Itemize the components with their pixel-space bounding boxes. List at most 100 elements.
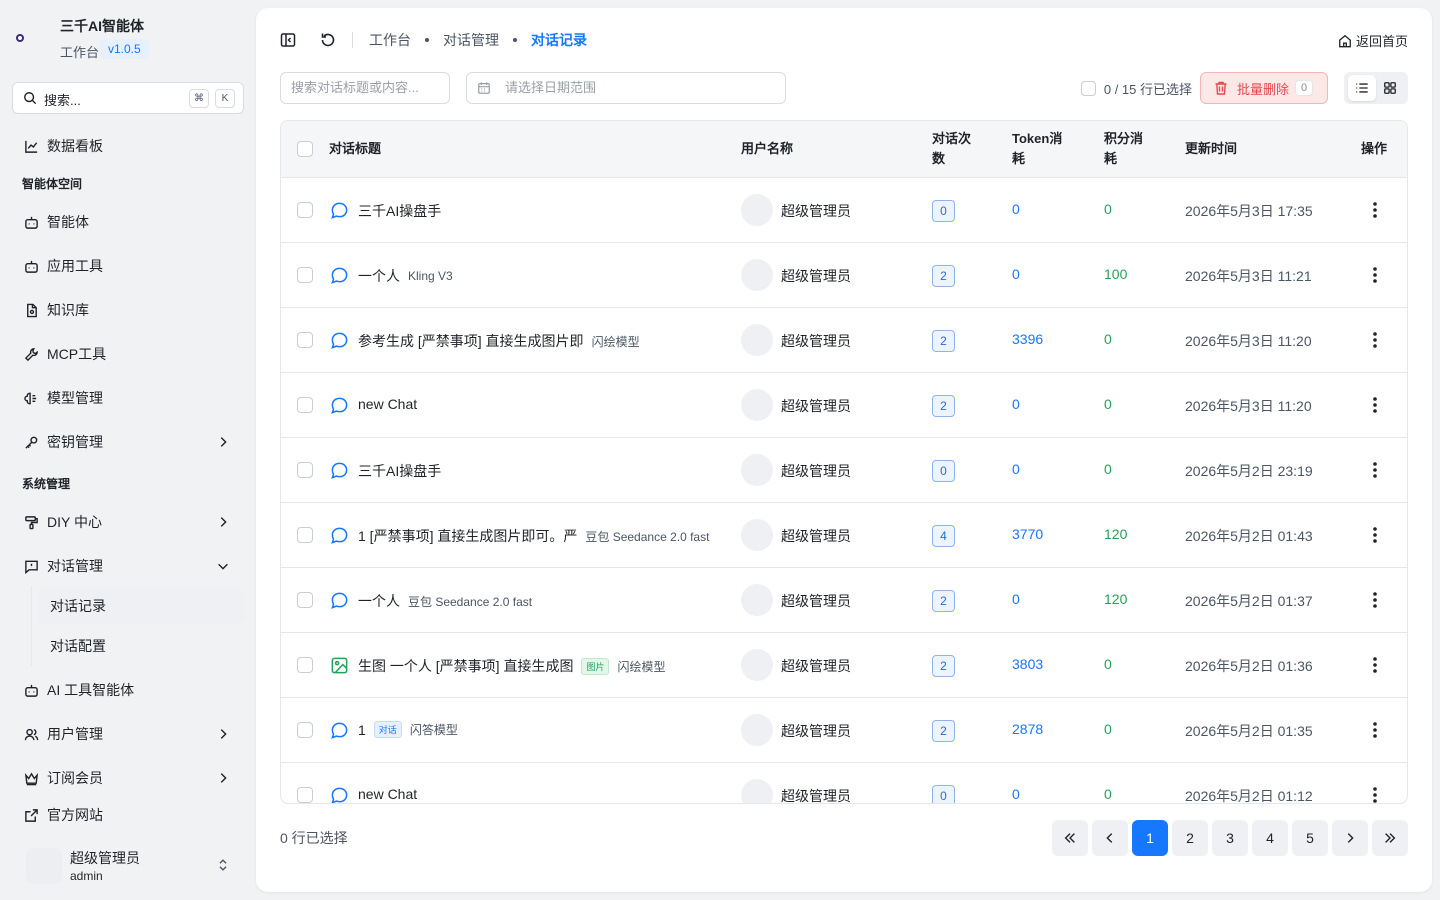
conversation-title[interactable]: 三千AI操盘手 xyxy=(358,201,441,221)
sidebar-item-knowledge[interactable]: 知识库 xyxy=(12,292,244,328)
search-icon xyxy=(24,92,37,105)
sidebar-item-models[interactable]: 模型管理 xyxy=(12,380,244,416)
conversation-title[interactable]: new Chat xyxy=(358,396,417,412)
model-tag: 闪答模型 xyxy=(409,723,458,737)
sidebar-item-keys[interactable]: 密钥管理 xyxy=(12,424,244,460)
table-row[interactable]: 参考生成 [严禁事项] 直接生成图片即 闪绘模型 超级管理员 2 3396 0 2026年5… xyxy=(281,308,1407,373)
sidebar-search[interactable]: 搜索... ⌘ K xyxy=(12,82,244,114)
last-page-button[interactable] xyxy=(1372,820,1408,856)
row-checkbox[interactable] xyxy=(297,722,313,738)
more-vertical-icon[interactable] xyxy=(1369,590,1381,610)
sidebar-item-diy[interactable]: DIY 中心 xyxy=(12,504,244,540)
token-usage: 0 xyxy=(1012,786,1020,802)
sidebar-item-subscriptions[interactable]: 订阅会员 xyxy=(12,760,244,796)
sidebar-item-users[interactable]: 用户管理 xyxy=(12,716,244,752)
table-row[interactable]: 三千AI操盘手 超级管理员 0 0 0 2026年5月3日 17:35 xyxy=(281,178,1407,243)
refresh-icon[interactable] xyxy=(320,32,336,48)
row-checkbox[interactable] xyxy=(297,267,313,283)
col-points[interactable]: 积分消 耗 xyxy=(1104,129,1143,169)
next-page-button[interactable] xyxy=(1332,820,1368,856)
brand[interactable]: 三千AI智能体 工作台 v1.0.5 xyxy=(12,12,244,66)
table-row[interactable]: 三千AI操盘手 超级管理员 0 0 0 2026年5月2日 23:19 xyxy=(281,438,1407,503)
conversation-title[interactable]: 参考生成 [严禁事项] 直接生成图片即 闪绘模型 xyxy=(358,331,640,351)
more-vertical-icon[interactable] xyxy=(1369,265,1381,285)
more-vertical-icon[interactable] xyxy=(1369,785,1381,804)
bot-icon xyxy=(25,216,38,229)
row-checkbox[interactable] xyxy=(297,527,313,543)
first-page-button[interactable] xyxy=(1052,820,1088,856)
row-checkbox[interactable] xyxy=(297,462,313,478)
sidebar-item-conversations[interactable]: 对话管理 xyxy=(12,548,244,584)
col-token[interactable]: Token消 耗 xyxy=(1012,129,1062,169)
sidebar-item-agents[interactable]: 智能体 xyxy=(12,204,244,240)
conversation-title[interactable]: 生图 一个人 [严禁事项] 直接生成图 图片 闪绘模型 xyxy=(358,656,665,676)
bulk-delete-count: 0 xyxy=(1295,80,1314,96)
more-vertical-icon[interactable] xyxy=(1369,330,1381,350)
row-checkbox[interactable] xyxy=(297,592,313,608)
table-row[interactable]: 一个人 豆包 Seedance 2.0 fast 超级管理员 2 0 120 2026年5月… xyxy=(281,568,1407,633)
select-all-checkbox[interactable] xyxy=(1080,81,1096,96)
more-vertical-icon[interactable] xyxy=(1369,200,1381,220)
page-button-3[interactable]: 3 xyxy=(1212,820,1248,856)
page-button-4[interactable]: 4 xyxy=(1252,820,1288,856)
conversation-title[interactable]: 1 对话 闪答模型 xyxy=(358,721,458,738)
row-checkbox[interactable] xyxy=(297,202,313,218)
table-row[interactable]: 一个人 Kling V3 超级管理员 2 0 100 2026年5月3日 11:21 xyxy=(281,243,1407,308)
conversation-title[interactable]: new Chat xyxy=(358,786,417,802)
table-row[interactable]: 1 对话 闪答模型 超级管理员 2 2878 0 2026年5月2日 01:35 xyxy=(281,698,1407,763)
row-checkbox[interactable] xyxy=(297,397,313,413)
avatar xyxy=(741,649,773,681)
row-checkbox[interactable] xyxy=(297,332,313,348)
conversation-title[interactable]: 一个人 豆包 Seedance 2.0 fast xyxy=(358,591,532,611)
sidebar-item-app-tools[interactable]: 应用工具 xyxy=(12,248,244,284)
grid-view-button[interactable] xyxy=(1376,75,1404,101)
nav-group-system: 系统管理 xyxy=(22,477,71,491)
user-menu[interactable]: 超级管理员 admin xyxy=(12,838,244,890)
page-button-2[interactable]: 2 xyxy=(1172,820,1208,856)
col-title[interactable]: 对话标题 xyxy=(329,139,381,159)
more-vertical-icon[interactable] xyxy=(1369,460,1381,480)
col-count[interactable]: 对话次 数 xyxy=(932,129,971,169)
more-vertical-icon[interactable] xyxy=(1369,655,1381,675)
more-vertical-icon[interactable] xyxy=(1369,395,1381,415)
breadcrumb-separator xyxy=(513,38,517,42)
conversation-title[interactable]: 一个人 Kling V3 xyxy=(358,266,453,286)
list-view-button[interactable] xyxy=(1348,75,1376,101)
key-icon xyxy=(25,436,38,449)
page-button-1[interactable]: 1 xyxy=(1132,820,1168,856)
chat-icon xyxy=(330,526,349,545)
table-row[interactable]: new Chat 超级管理员 0 0 0 2026年5月2日 01:12 xyxy=(281,763,1407,804)
header-checkbox[interactable] xyxy=(297,141,313,157)
token-usage: 0 xyxy=(1012,461,1020,477)
page-button-5[interactable]: 5 xyxy=(1292,820,1328,856)
version-badge: v1.0.5 xyxy=(100,39,149,59)
chat-count-badge: 2 xyxy=(932,395,955,417)
sidebar-subitem-conv-records[interactable]: 对话记录 xyxy=(38,588,244,624)
sidebar-item-dashboard[interactable]: 数据看板 xyxy=(12,128,244,164)
breadcrumb-parent[interactable]: 对话管理 xyxy=(443,30,499,50)
back-home-link[interactable]: 返回首页 xyxy=(1338,31,1408,50)
table-row[interactable]: new Chat 超级管理员 2 0 0 2026年5月3日 11:20 xyxy=(281,373,1407,438)
sidebar-item-mcp-tools[interactable]: MCP工具 xyxy=(12,336,244,372)
col-updated[interactable]: 更新时间 xyxy=(1185,139,1237,159)
row-checkbox[interactable] xyxy=(297,657,313,673)
more-vertical-icon[interactable] xyxy=(1369,720,1381,740)
prev-page-button[interactable] xyxy=(1092,820,1128,856)
bulk-delete-button[interactable]: 批量删除 0 xyxy=(1200,72,1328,104)
table-row[interactable]: 生图 一个人 [严禁事项] 直接生成图 图片 闪绘模型 超级管理员 2 3803 0 2026… xyxy=(281,633,1407,698)
sidebar-item-website[interactable]: 官方网站 xyxy=(12,797,244,833)
token-usage: 0 xyxy=(1012,591,1020,607)
conversation-title[interactable]: 三千AI操盘手 xyxy=(358,461,441,481)
search-input[interactable]: 搜索对话标题或内容... xyxy=(280,72,450,104)
sidebar-item-ai-tools[interactable]: AI 工具智能体 xyxy=(12,672,244,708)
row-checkbox[interactable] xyxy=(297,787,313,803)
col-user[interactable]: 用户名称 xyxy=(741,139,793,159)
user-name: 超级管理员 xyxy=(781,788,851,804)
sidebar-subitem-conv-config[interactable]: 对话配置 xyxy=(38,628,244,664)
sidebar-toggle-icon[interactable] xyxy=(280,32,296,48)
date-range-input[interactable]: 请选择日期范围 xyxy=(466,72,786,104)
table-row[interactable]: 1 [严禁事项] 直接生成图片即可。严 豆包 Seedance 2.0 fast 超… xyxy=(281,503,1407,568)
conversation-title[interactable]: 1 [严禁事项] 直接生成图片即可。严 豆包 Seedance 2.0 fast xyxy=(358,526,709,546)
breadcrumb-home[interactable]: 工作台 xyxy=(369,30,411,50)
more-vertical-icon[interactable] xyxy=(1369,525,1381,545)
